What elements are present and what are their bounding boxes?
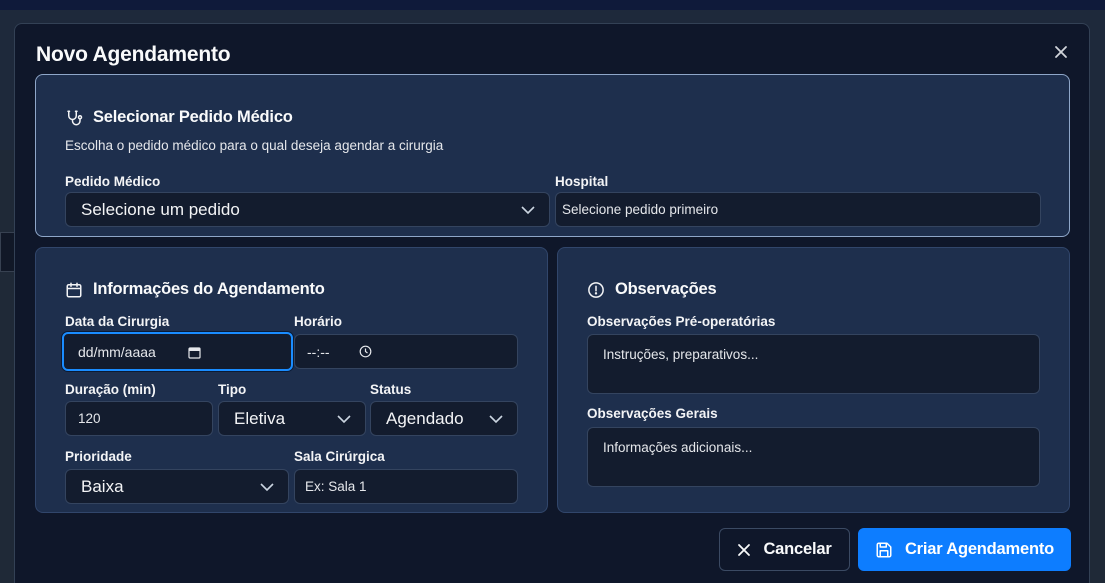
stethoscope-icon (65, 109, 83, 127)
prioridade-select[interactable]: Baixa (65, 469, 289, 504)
horario-value: --:-- (307, 343, 330, 360)
hospital-label: Hospital (555, 174, 609, 189)
duracao-label: Duração (min) (65, 382, 156, 397)
tipo-select-value: Eletiva (234, 408, 286, 428)
observacoes-section-title-text: Observações (615, 280, 717, 298)
tipo-label: Tipo (218, 382, 247, 397)
page-topbar (0, 0, 1105, 10)
agendamento-section-title-text: Informações do Agendamento (93, 280, 325, 298)
agendamento-info-card: Informações do Agendamento Data da Cirur… (35, 247, 548, 513)
pedido-section-title-text: Selecionar Pedido Médico (93, 108, 293, 126)
agendamento-section-title: Informações do Agendamento (65, 280, 325, 299)
status-select-value: Agendado (386, 408, 464, 428)
duracao-value: 120 (78, 411, 101, 426)
obs-gerais-textarea[interactable]: Informações adicionais... (587, 427, 1040, 487)
sala-input[interactable]: Ex: Sala 1 (294, 469, 518, 504)
pedido-medico-card: Selecionar Pedido Médico Escolha o pedid… (35, 74, 1070, 237)
chevron-down-icon (521, 205, 535, 214)
prioridade-label: Prioridade (65, 449, 132, 464)
hospital-field: Selecione pedido primeiro (555, 192, 1041, 227)
data-cirurgia-label: Data da Cirurgia (65, 314, 170, 329)
chevron-down-icon (337, 414, 351, 423)
pedido-section-title: Selecionar Pedido Médico (65, 108, 293, 127)
pedido-section-description: Escolha o pedido médico para o qual dese… (65, 138, 444, 153)
cancel-button[interactable]: Cancelar (719, 528, 850, 571)
modal-title: Novo Agendamento (36, 43, 231, 66)
obs-pre-textarea[interactable]: Instruções, preparativos... (587, 334, 1040, 394)
cancel-button-label: Cancelar (763, 540, 832, 558)
obs-pre-label: Observações Pré-operatórias (587, 314, 776, 329)
sala-label: Sala Cirúrgica (294, 449, 385, 464)
tipo-select[interactable]: Eletiva (218, 401, 366, 436)
data-cirurgia-input[interactable]: dd/mm/aaaa (62, 332, 293, 371)
prioridade-select-value: Baixa (81, 476, 124, 496)
horario-label: Horário (294, 314, 343, 329)
observacoes-section-title: Observações (587, 280, 717, 299)
status-label: Status (370, 382, 412, 397)
hospital-field-value: Selecione pedido primeiro (562, 202, 719, 217)
chevron-down-icon (260, 482, 274, 491)
create-appointment-button[interactable]: Criar Agendamento (858, 528, 1071, 571)
observacoes-card: Observações Observações Pré-operatórias … (557, 247, 1070, 513)
close-icon[interactable] (1052, 43, 1070, 61)
clock-icon[interactable] (359, 345, 372, 358)
duracao-input[interactable]: 120 (65, 401, 213, 436)
calendar-picker-icon[interactable] (188, 346, 201, 359)
obs-gerais-label: Observações Gerais (587, 406, 718, 421)
pedido-label: Pedido Médico (65, 174, 161, 189)
status-select[interactable]: Agendado (370, 401, 518, 436)
create-appointment-button-label: Criar Agendamento (904, 540, 1055, 558)
pedido-select-value: Selecione um pedido (81, 199, 240, 219)
data-cirurgia-value: dd/mm/aaaa (78, 343, 156, 360)
new-appointment-modal: Novo Agendamento Selecionar Pedido Médic… (14, 23, 1090, 583)
sala-placeholder: Ex: Sala 1 (305, 479, 367, 494)
obs-pre-placeholder: Instruções, preparativos... (603, 347, 759, 362)
chevron-down-icon (489, 414, 503, 423)
calendar-icon (65, 281, 83, 299)
obs-gerais-placeholder: Informações adicionais... (603, 440, 753, 455)
horario-input[interactable]: --:-- (294, 334, 518, 369)
save-icon (876, 542, 892, 557)
alert-circle-icon (587, 281, 605, 299)
pedido-select[interactable]: Selecione um pedido (65, 192, 550, 227)
close-icon (738, 543, 751, 556)
